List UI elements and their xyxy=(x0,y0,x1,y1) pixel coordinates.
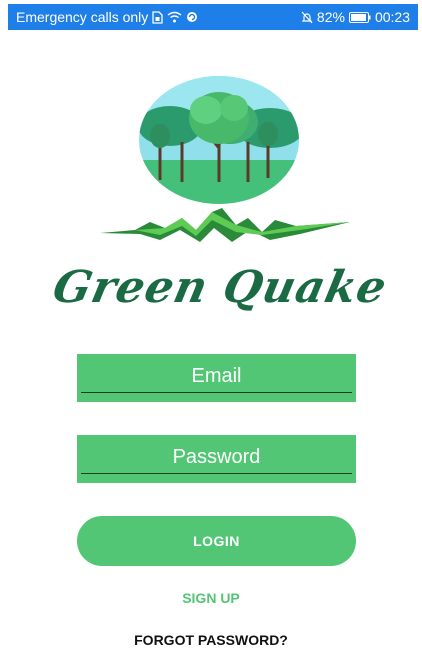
signup-link[interactable]: SIGN UP xyxy=(0,590,422,606)
app-title: Green Quake xyxy=(48,262,392,313)
carrier-text: Emergency calls only xyxy=(16,9,149,25)
clock: 00:23 xyxy=(374,9,410,25)
password-field[interactable] xyxy=(81,441,352,473)
email-field-container xyxy=(77,354,356,402)
battery-percent: 82% xyxy=(316,9,345,25)
logo-graphic xyxy=(100,76,350,242)
sync-icon xyxy=(186,11,198,23)
password-field-container xyxy=(77,435,356,483)
login-button[interactable]: LOGIN xyxy=(77,516,356,566)
battery-icon xyxy=(348,11,371,23)
status-bar: Emergency calls only 82% 00:23 xyxy=(8,4,418,30)
password-underline xyxy=(81,473,352,474)
status-right: 82% 00:23 xyxy=(301,9,410,25)
email-underline xyxy=(81,392,352,393)
forgot-password-link[interactable]: FORGOT PASSWORD? xyxy=(0,632,422,648)
app-logo: Green Quake xyxy=(0,70,422,313)
status-left: Emergency calls only xyxy=(16,9,198,25)
email-field[interactable] xyxy=(81,360,352,392)
wifi-icon xyxy=(167,11,182,23)
sim-icon xyxy=(152,10,163,24)
notifications-muted-icon xyxy=(301,11,313,24)
